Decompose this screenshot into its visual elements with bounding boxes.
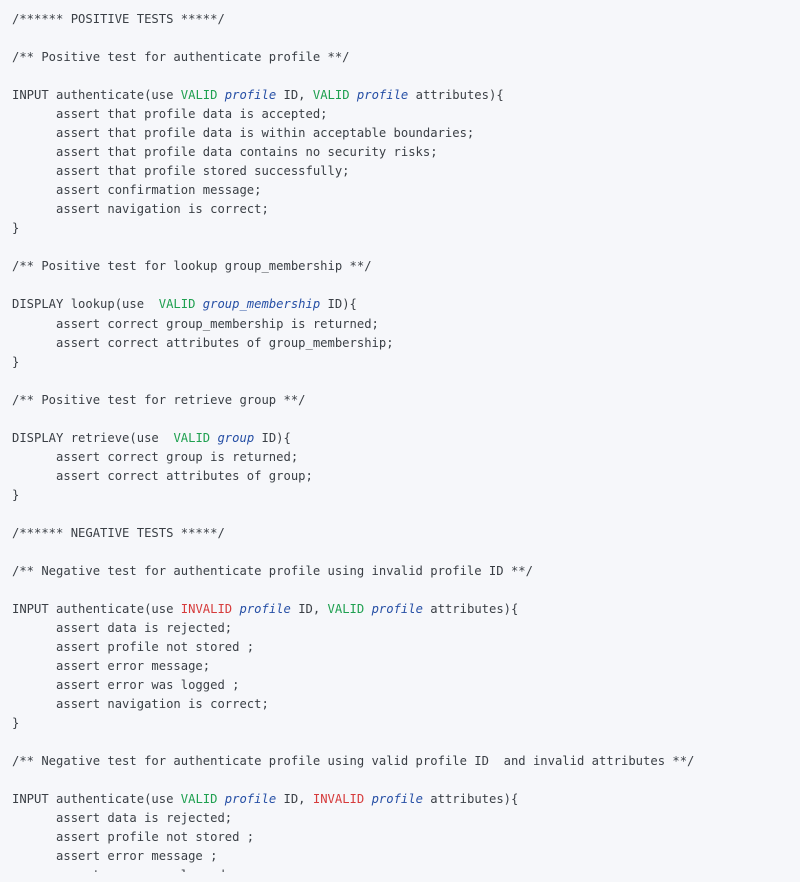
code-line: assert that profile stored successfully;: [12, 162, 788, 181]
entity-name: profile: [225, 88, 276, 102]
code-line: assert correct attributes of group;: [12, 467, 788, 486]
entity-name: profile: [225, 792, 276, 806]
code-line: assert correct group_membership is retur…: [12, 315, 788, 334]
code-line: assert profile not stored ;: [12, 828, 788, 847]
keyword-valid: VALID: [181, 792, 218, 806]
code-line: /** Positive test for authenticate profi…: [12, 48, 788, 67]
code-line: [12, 67, 788, 86]
code-line: assert data is rejected;: [12, 809, 788, 828]
code-line: assert that profile data is within accep…: [12, 124, 788, 143]
code-line: /** Negative test for authenticate profi…: [12, 562, 788, 581]
entity-name: profile: [372, 602, 423, 616]
code-line: [12, 543, 788, 562]
entity-name: profile: [239, 602, 290, 616]
keyword-valid: VALID: [181, 88, 218, 102]
code-line: assert profile not stored ;: [12, 638, 788, 657]
code-line: }: [12, 353, 788, 372]
code-line: assert confirmation message;: [12, 181, 788, 200]
code-line: [12, 733, 788, 752]
code-line: /** Negative test for authenticate profi…: [12, 752, 788, 771]
keyword-invalid: INVALID: [313, 792, 364, 806]
code-line: assert error message;: [12, 657, 788, 676]
code-line: assert that profile data is accepted;: [12, 105, 788, 124]
code-line: DISPLAY lookup(use VALID group_membershi…: [12, 295, 788, 314]
code-line: assert that profile data contains no sec…: [12, 143, 788, 162]
code-line: assert correct group is returned;: [12, 448, 788, 467]
code-line: [12, 372, 788, 391]
code-line: INPUT authenticate(use VALID profile ID,…: [12, 790, 788, 809]
code-line: [12, 29, 788, 48]
code-line: }: [12, 219, 788, 238]
code-line: assert error message ;: [12, 847, 788, 866]
entity-name: group: [217, 431, 254, 445]
code-line: INPUT authenticate(use INVALID profile I…: [12, 600, 788, 619]
code-line: DISPLAY retrieve(use VALID group ID){: [12, 429, 788, 448]
code-line: }: [12, 486, 788, 505]
code-line: assert error was logged ;: [12, 676, 788, 695]
entity-name: group_membership: [203, 297, 320, 311]
code-line: assert navigation is correct;: [12, 695, 788, 714]
code-line: [12, 581, 788, 600]
code-line: assert data is rejected;: [12, 619, 788, 638]
keyword-valid: VALID: [173, 431, 210, 445]
keyword-valid: VALID: [328, 602, 365, 616]
code-line: assert error was logged ;: [12, 866, 788, 872]
code-line: [12, 771, 788, 790]
code-line: /** Positive test for lookup group_membe…: [12, 257, 788, 276]
code-line: [12, 276, 788, 295]
code-line: INPUT authenticate(use VALID profile ID,…: [12, 86, 788, 105]
entity-name: profile: [357, 88, 408, 102]
code-line: /****** NEGATIVE TESTS *****/: [12, 524, 788, 543]
code-line: [12, 238, 788, 257]
keyword-valid: VALID: [313, 88, 350, 102]
code-line: /****** POSITIVE TESTS *****/: [12, 10, 788, 29]
keyword-invalid: INVALID: [181, 602, 232, 616]
code-line: [12, 505, 788, 524]
code-line: }: [12, 714, 788, 733]
code-line: assert correct attributes of group_membe…: [12, 334, 788, 353]
keyword-valid: VALID: [159, 297, 196, 311]
code-line: [12, 410, 788, 429]
code-line: /** Positive test for retrieve group **/: [12, 391, 788, 410]
code-line: assert navigation is correct;: [12, 200, 788, 219]
entity-name: profile: [372, 792, 423, 806]
code-listing: /****** POSITIVE TESTS *****/ /** Positi…: [0, 0, 800, 872]
